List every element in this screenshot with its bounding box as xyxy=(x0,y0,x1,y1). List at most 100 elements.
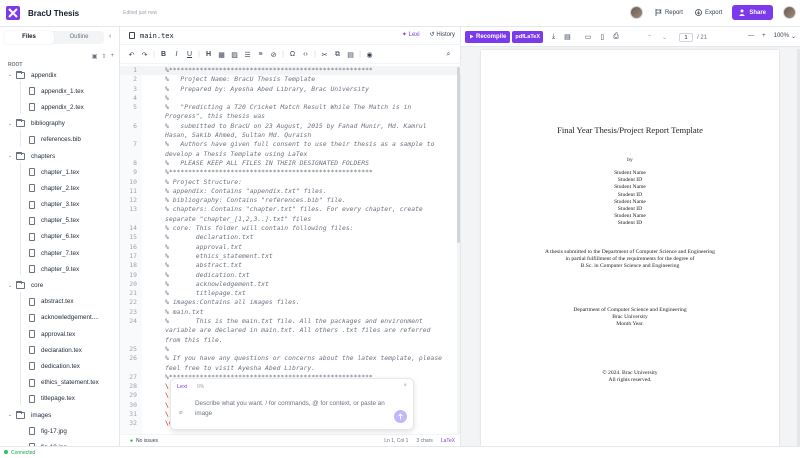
code-line[interactable]: 25% xyxy=(120,345,461,354)
table-icon[interactable]: ▦ xyxy=(215,51,228,59)
prev-page-icon[interactable]: ⌃ xyxy=(647,34,652,41)
next-page-icon[interactable]: ⌄ xyxy=(662,34,667,41)
link-icon[interactable]: ⊘ xyxy=(267,51,280,59)
copy-icon[interactable]: ⧉ xyxy=(331,51,344,59)
code-line[interactable]: 24 % This is the main.txt file. All the p… xyxy=(120,317,461,345)
bold-icon[interactable]: B xyxy=(157,51,170,58)
chevron-down-icon[interactable]: ⌄ xyxy=(8,121,16,127)
tree-file[interactable]: appendix_2.tex xyxy=(0,99,118,115)
tree-file[interactable]: references.bib xyxy=(0,132,118,148)
code-icon[interactable]: ‹› xyxy=(299,51,312,58)
share-button[interactable]: Share xyxy=(732,5,773,20)
search-icon[interactable]: ⌕ xyxy=(442,51,455,59)
chevron-down-icon[interactable]: ⌄ xyxy=(8,412,16,418)
lexi-prompt-input[interactable]: ⌀ Describe what you want. / for commands… xyxy=(179,399,399,419)
code-line[interactable]: 26 % If you have any questions or concern… xyxy=(120,354,461,373)
tree-folder[interactable]: ⌄ chapters xyxy=(0,148,118,164)
history-button[interactable]: ↺ History xyxy=(430,31,455,39)
add-file-icon[interactable]: + xyxy=(110,53,114,60)
code-line[interactable]: 23 % main.txt xyxy=(120,308,461,317)
code-line[interactable]: 6 % submitted to BracU on 23 August, 2015… xyxy=(120,122,461,141)
send-button[interactable] xyxy=(394,410,407,423)
code-line[interactable]: 7 % Authors have given full consent to us… xyxy=(120,140,461,159)
pdf-file-icon[interactable]: ▯ xyxy=(600,33,604,41)
zoom-in-icon[interactable]: + xyxy=(762,33,766,40)
code-line[interactable]: 19 % dedication.txt xyxy=(120,271,461,280)
heading-icon[interactable]: H xyxy=(202,51,215,58)
app-logo-icon[interactable] xyxy=(6,6,20,20)
code-line[interactable]: 22 % images:Contains all images files. xyxy=(120,298,461,307)
tree-folder[interactable]: ⌄ images xyxy=(0,407,118,423)
editor-scroll-thumb[interactable] xyxy=(457,67,460,243)
code-line[interactable]: 16 % approval.txt xyxy=(120,243,461,252)
tree-file[interactable]: acknowledgement.... xyxy=(0,310,118,326)
language-mode[interactable]: LaTeX xyxy=(441,438,455,444)
code-line[interactable]: 21 % titlepage.txt xyxy=(120,289,461,298)
undo-icon[interactable]: ↶ xyxy=(125,51,138,59)
numbered-list-icon[interactable]: ≡ xyxy=(254,51,267,58)
upload-icon[interactable]: ⇧ xyxy=(101,53,106,60)
tree-file[interactable]: fig-17.jpg xyxy=(0,423,118,439)
underline-icon[interactable]: U xyxy=(183,51,196,58)
tab-files[interactable]: Files xyxy=(4,31,54,44)
tree-folder[interactable]: ⌄ appendix xyxy=(0,67,118,83)
tree-folder[interactable]: ⌄ core xyxy=(0,277,118,293)
code-line[interactable]: 17 % ethics_statement.txt xyxy=(120,252,461,261)
tree-file[interactable]: chapter_1.tex xyxy=(0,164,118,180)
tab-outline[interactable]: Outline xyxy=(54,31,104,44)
project-title[interactable]: BracU Thesis xyxy=(28,9,79,18)
paste-icon[interactable]: ▤ xyxy=(344,51,357,59)
chevron-down-icon[interactable]: ⌄ xyxy=(8,283,16,289)
italic-icon[interactable]: I xyxy=(170,51,183,58)
omega-icon[interactable]: Ω xyxy=(286,51,299,58)
chevron-down-icon[interactable]: ⌄ xyxy=(8,153,16,159)
code-line[interactable]: 8 % PLEASE KEEP ALL FILES IN THEIR DESIGN… xyxy=(120,159,461,168)
archive-icon[interactable]: ▣ xyxy=(92,53,98,60)
tree-file[interactable]: chapter_3.tex xyxy=(0,197,118,213)
attach-icon[interactable]: ⌀ xyxy=(179,408,183,418)
close-icon[interactable]: × xyxy=(403,383,407,389)
zoom-level[interactable]: 100% xyxy=(774,33,789,40)
page-number-input[interactable]: 1 xyxy=(679,33,694,42)
collaborator-avatar[interactable] xyxy=(629,6,643,19)
report-button[interactable]: Report xyxy=(655,9,683,16)
print-icon[interactable]: ⎙ xyxy=(613,33,619,41)
code-line[interactable]: 10 % Project Structure: xyxy=(120,178,461,187)
tree-file[interactable]: approval.tex xyxy=(0,326,118,342)
cut-icon[interactable]: ✂ xyxy=(318,51,331,59)
code-line[interactable]: 9 %**************************************… xyxy=(120,168,461,177)
tree-file[interactable]: chapter_2.tex xyxy=(0,180,118,196)
code-line[interactable]: 13 % chapters: Contains "chapter.txt" fil… xyxy=(120,205,461,224)
code-line[interactable]: 3 % Prepared by: Ayesha Abed Library, Bra… xyxy=(120,85,461,94)
code-line[interactable]: 4% xyxy=(120,94,461,103)
collapse-sidebar-icon[interactable]: ‹ xyxy=(109,33,111,40)
tree-file[interactable]: appendix_1.tex xyxy=(0,83,118,99)
tree-folder[interactable]: ⌄ bibliography xyxy=(0,116,118,132)
code-line[interactable]: 2 % Project Name: BracU Thesis Template xyxy=(120,75,461,84)
download-icon[interactable]: ⤓ xyxy=(552,33,555,41)
export-button[interactable]: Export xyxy=(695,9,722,16)
code-line[interactable]: 11 % appendix: Contains "appendix.txt" fi… xyxy=(120,187,461,196)
redo-icon[interactable]: ↷ xyxy=(138,51,151,59)
code-line[interactable]: 5 % "Predicting a T20 Cricket Match Resul… xyxy=(120,103,461,122)
chevron-down-icon[interactable]: ⌄ xyxy=(8,72,16,78)
code-line[interactable]: 18 % abstract.txt xyxy=(120,261,461,270)
tree-file[interactable]: chapter_5.tex xyxy=(0,213,118,229)
tree-file[interactable]: chapter_7.tex xyxy=(0,245,118,261)
user-avatar[interactable] xyxy=(783,6,796,19)
list-icon[interactable]: ☰ xyxy=(241,51,254,59)
tree-file[interactable]: declaration.tex xyxy=(0,342,118,358)
code-line[interactable]: 12 % bibliography: Contains "references.b… xyxy=(120,196,461,205)
code-line[interactable]: 20 % acknowledgement.txt xyxy=(120,280,461,289)
tree-file[interactable]: titlepage.tex xyxy=(0,391,118,407)
tree-file[interactable]: chapter_9.tex xyxy=(0,261,118,277)
code-line[interactable]: 1 %**************************************… xyxy=(120,66,461,76)
recompile-button[interactable]: Recompile xyxy=(465,30,511,43)
engine-select[interactable]: pdfLaTeX xyxy=(512,30,543,43)
lexi-button[interactable]: ✦ Lexi xyxy=(402,31,420,39)
tree-file[interactable]: abstract.tex xyxy=(0,294,118,310)
visibility-icon[interactable]: ◉ xyxy=(363,51,376,59)
code-line[interactable]: 15 % declaration.txt xyxy=(120,233,461,242)
monitor-icon[interactable]: ▭ xyxy=(585,33,592,41)
issues-status[interactable]: No issues xyxy=(136,438,158,444)
